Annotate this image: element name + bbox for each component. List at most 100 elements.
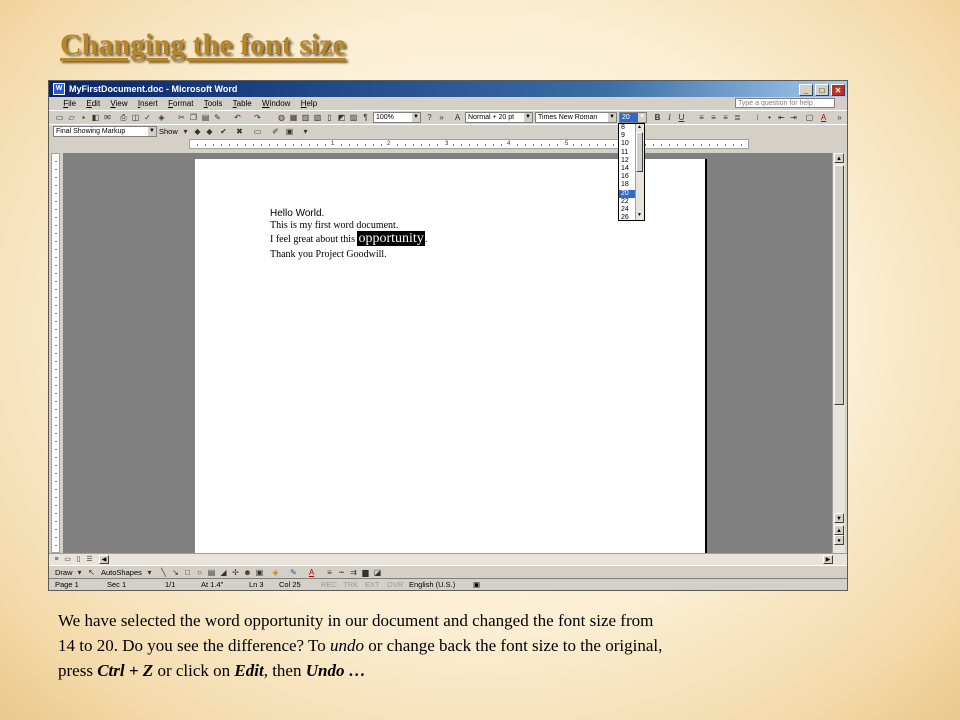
insert-table-icon[interactable]: ▥ [301, 113, 310, 122]
copy-icon[interactable]: ❐ [189, 113, 198, 122]
styles-formatting-icon[interactable]: A [453, 113, 462, 122]
spelling-icon[interactable]: ✓ [143, 113, 152, 122]
list-scroll-thumb[interactable] [636, 132, 643, 172]
line-icon[interactable]: ╲ [159, 568, 168, 577]
vertical-scrollbar[interactable]: ▲ ▼ ▲ ● [832, 153, 845, 553]
previous-change-icon[interactable]: ◆ [193, 127, 202, 136]
clip-art-icon[interactable]: ☻ [243, 568, 252, 577]
help-search-input[interactable]: Type a question for help [735, 98, 835, 108]
bullets-icon[interactable]: • [765, 113, 774, 122]
document-map-icon[interactable]: ▨ [349, 113, 358, 122]
status-ovr[interactable]: OVR [387, 579, 403, 590]
style-select[interactable]: Normal + 20 pt ▼ [465, 112, 533, 123]
minimize-button[interactable]: _ [799, 84, 813, 96]
shadow-style-icon[interactable]: ▆ [361, 568, 370, 577]
menu-format[interactable]: Format [164, 97, 197, 110]
help-icon[interactable]: ? [425, 113, 434, 122]
paste-icon[interactable]: ▤ [201, 113, 210, 122]
show-hide-icon[interactable]: ¶ [361, 113, 370, 122]
list-scroll-down-icon[interactable]: ▼ [636, 212, 643, 219]
line-style-icon[interactable]: ≡ [325, 568, 334, 577]
outline-view-icon[interactable]: ☰ [85, 555, 94, 564]
wordart-icon[interactable]: ◢ [219, 568, 228, 577]
accept-change-icon[interactable]: ✔ [219, 127, 228, 136]
insert-excel-icon[interactable]: ▧ [313, 113, 322, 122]
align-center-icon[interactable]: ≡ [709, 113, 718, 122]
drawing-font-color-icon[interactable]: A [307, 568, 316, 577]
rectangle-icon[interactable]: □ [183, 568, 192, 577]
zoom-select[interactable]: 100% ▼ [373, 112, 421, 123]
draw-dropdown-icon[interactable]: ▾ [75, 568, 84, 577]
columns-icon[interactable]: ▯ [325, 113, 334, 122]
status-trk[interactable]: TRK [343, 579, 358, 590]
list-scroll-up-icon[interactable]: ▲ [636, 124, 643, 131]
menu-table[interactable]: Table [229, 97, 256, 110]
menu-insert[interactable]: Insert [134, 97, 162, 110]
print-layout-icon[interactable]: ▯ [74, 555, 83, 564]
line-color-icon[interactable]: ✎ [289, 568, 298, 577]
undo-icon[interactable]: ↶ [233, 113, 242, 122]
show-dropdown-icon[interactable]: ▾ [181, 127, 190, 136]
menu-file[interactable]: File [59, 97, 80, 110]
reviewing-pane-icon[interactable]: ▣ [285, 127, 294, 136]
justify-icon[interactable]: ≣ [733, 113, 742, 122]
open-icon[interactable]: ▱ [67, 113, 76, 122]
font-size-dropdown-list[interactable]: 8 9 10 11 12 14 16 18 20 22 24 26 ▲ ▼ [618, 123, 645, 221]
scroll-thumb[interactable] [834, 165, 844, 405]
print-preview-icon[interactable]: ◫ [131, 113, 140, 122]
format-painter-icon[interactable]: ✎ [213, 113, 222, 122]
font-size-list-scrollbar[interactable]: ▲ ▼ [635, 124, 644, 220]
insert-picture-icon[interactable]: ▣ [255, 568, 264, 577]
3d-style-icon[interactable]: ◪ [373, 568, 382, 577]
status-rec[interactable]: REC [321, 579, 337, 590]
web-layout-icon[interactable]: ▭ [63, 555, 72, 564]
document-area[interactable]: Hello World. This is my first word docum… [63, 153, 835, 553]
diagram-icon[interactable]: ✢ [231, 568, 240, 577]
font-select[interactable]: Times New Roman ▼ [535, 112, 617, 123]
previous-page-icon[interactable]: ▲ [834, 525, 844, 535]
redo-icon[interactable]: ↷ [253, 113, 262, 122]
align-right-icon[interactable]: ≡ [721, 113, 730, 122]
print-icon[interactable]: ⎙ [119, 113, 128, 122]
scroll-down-icon[interactable]: ▼ [834, 513, 844, 523]
italic-icon[interactable]: I [665, 113, 674, 122]
reject-change-icon[interactable]: ✖ [235, 127, 244, 136]
select-objects-icon[interactable]: ↖ [87, 568, 96, 577]
autoshapes-menu[interactable]: AutoShapes [101, 568, 142, 578]
numbering-icon[interactable]: ⁝ [753, 113, 762, 122]
track-changes-icon[interactable]: ✐ [271, 127, 280, 136]
close-button[interactable]: ✕ [831, 84, 845, 96]
cut-icon[interactable]: ✂ [177, 113, 186, 122]
font-size-select[interactable]: 20 ▼ [619, 112, 647, 123]
next-change-icon[interactable]: ◆ [205, 127, 214, 136]
increase-indent-icon[interactable]: ⇥ [789, 113, 798, 122]
markup-view-select[interactable]: Final Showing Markup ▼ [53, 126, 157, 137]
autoshapes-dropdown-icon[interactable]: ▾ [145, 568, 154, 577]
maximize-button[interactable]: □ [815, 84, 829, 96]
border-icon[interactable]: ▢ [805, 113, 814, 122]
normal-view-icon[interactable]: ≡ [52, 555, 61, 564]
toolbar-options-icon[interactable]: » [437, 113, 446, 122]
status-ext[interactable]: EXT [365, 579, 380, 590]
decrease-indent-icon[interactable]: ⇤ [777, 113, 786, 122]
browse-object-icon[interactable]: ● [834, 535, 844, 545]
save-icon[interactable]: ▪ [79, 113, 88, 122]
hyperlink-icon[interactable]: ◍ [277, 113, 286, 122]
oval-icon[interactable]: ○ [195, 568, 204, 577]
spelling-status-icon[interactable]: ▣ [473, 579, 480, 590]
underline-icon[interactable]: U [677, 113, 686, 122]
email-icon[interactable]: ✉ [103, 113, 112, 122]
more-buttons-icon[interactable]: » [835, 113, 844, 122]
show-menu[interactable]: Show [159, 127, 178, 137]
bold-icon[interactable]: B [653, 113, 662, 122]
dash-style-icon[interactable]: ┅ [337, 568, 346, 577]
insert-comment-icon[interactable]: ▭ [253, 127, 262, 136]
menu-view[interactable]: View [106, 97, 131, 110]
research-icon[interactable]: ◈ [157, 113, 166, 122]
arrow-icon[interactable]: ↘ [171, 568, 180, 577]
drawing-icon[interactable]: ◩ [337, 113, 346, 122]
menu-tools[interactable]: Tools [200, 97, 227, 110]
permission-icon[interactable]: ◧ [91, 113, 100, 122]
font-color-icon[interactable]: A [819, 113, 828, 122]
scroll-up-icon[interactable]: ▲ [834, 153, 844, 163]
